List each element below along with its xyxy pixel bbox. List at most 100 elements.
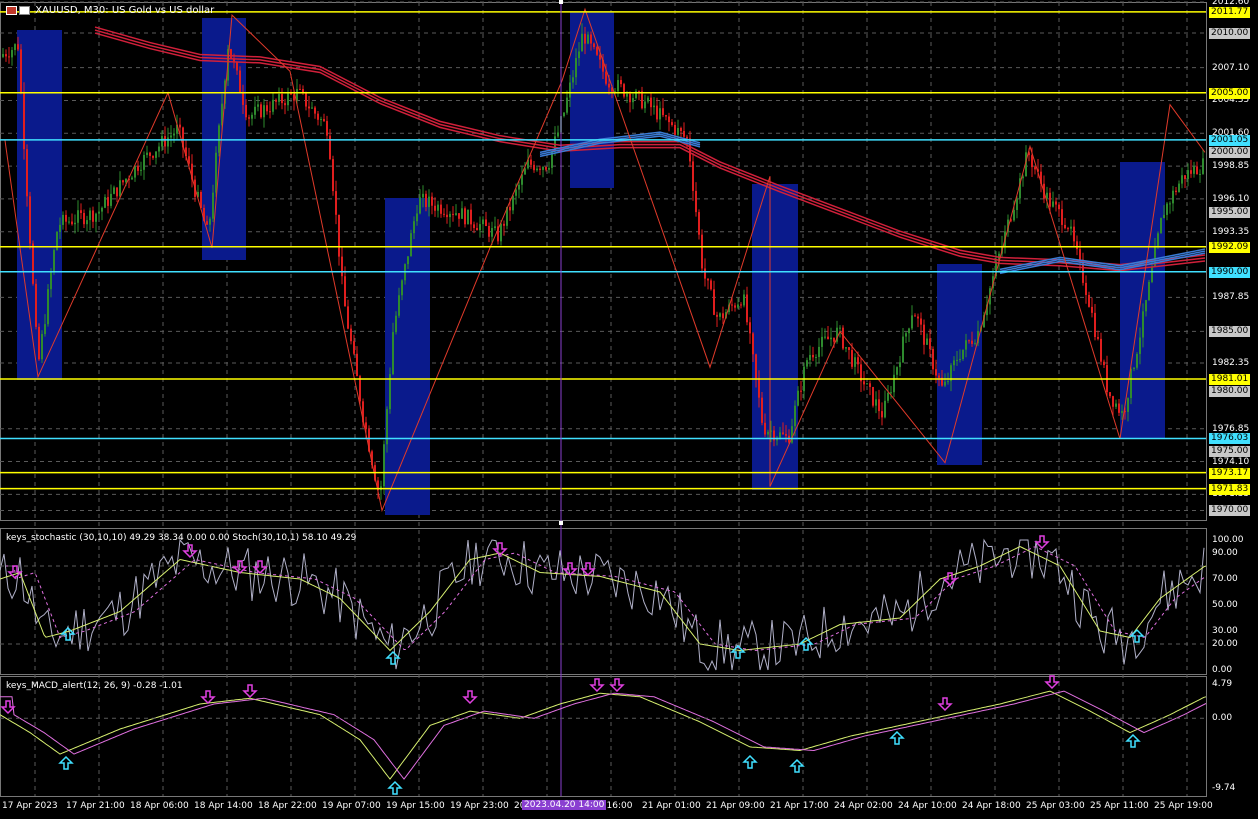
- candle-body: [881, 411, 883, 418]
- candle-body: [668, 116, 670, 123]
- signal-zone: [937, 264, 982, 465]
- candle-body: [1049, 192, 1051, 207]
- candle-body: [470, 209, 472, 225]
- candle-body: [479, 224, 481, 231]
- candle-body: [578, 51, 580, 59]
- level-price-tag: 1975.00: [1209, 445, 1251, 457]
- candle-body: [1088, 294, 1090, 307]
- candle-body: [1070, 226, 1072, 229]
- sell-arrow-icon: [1044, 675, 1060, 690]
- candle-body: [74, 222, 76, 225]
- macd-pane-title: keys_MACD_alert(12, 26, 9) -0.28 -1.01: [6, 681, 183, 691]
- candle-body: [1109, 392, 1111, 397]
- candle-body: [509, 206, 511, 211]
- stochastic-axis-label: 50.00: [1212, 600, 1238, 610]
- candle-body: [782, 432, 784, 435]
- candle-body: [737, 304, 739, 308]
- candle-body: [545, 166, 547, 170]
- candle-body: [698, 212, 700, 235]
- buy-arrow-icon: [387, 780, 403, 795]
- candle-body: [272, 99, 274, 112]
- candle-body: [902, 336, 904, 363]
- candle-body: [29, 196, 31, 244]
- candle-body: [407, 256, 409, 265]
- candle-body: [1172, 190, 1174, 204]
- candle-body: [71, 221, 73, 225]
- candle-body: [251, 114, 253, 119]
- bar-chart-icon[interactable]: [19, 5, 30, 15]
- candle-body: [854, 357, 856, 367]
- candle-body: [1169, 203, 1171, 205]
- stochastic-axis-label: 100.00: [1212, 535, 1244, 545]
- candle-body: [767, 431, 769, 435]
- candle-body: [116, 187, 118, 197]
- candle-body: [44, 324, 46, 335]
- calendar-icon[interactable]: [6, 5, 17, 15]
- candle-body: [287, 93, 289, 106]
- candle-body: [296, 88, 298, 101]
- candle-body: [797, 390, 799, 406]
- candle-body: [98, 211, 100, 214]
- candle-body: [68, 221, 70, 223]
- candle-body: [1139, 337, 1141, 354]
- pane-border: [0, 528, 1207, 675]
- candle-body: [542, 166, 544, 170]
- candle-body: [92, 210, 94, 222]
- candle-body: [908, 328, 910, 334]
- candle-body: [1202, 158, 1204, 174]
- candle-body: [647, 97, 649, 102]
- stochastic-axis-label: 90.00: [1212, 548, 1238, 558]
- candle-body: [314, 107, 316, 114]
- candle-body: [140, 169, 142, 171]
- candle-body: [710, 280, 712, 290]
- candle-body: [641, 91, 643, 109]
- candle-body: [713, 289, 715, 315]
- candle-body: [743, 294, 745, 306]
- candle-body: [299, 88, 301, 90]
- candle-body: [848, 347, 850, 351]
- candle-body: [260, 104, 262, 118]
- candle-body: [1118, 403, 1120, 413]
- candle-body: [1145, 300, 1147, 312]
- candle-body: [878, 399, 880, 412]
- price-axis-label: 1996.10: [1212, 193, 1250, 204]
- candle-body: [20, 49, 22, 93]
- candle-body: [245, 104, 247, 118]
- candle-body: [2, 54, 4, 57]
- candle-body: [1115, 403, 1117, 407]
- candle-body: [938, 375, 940, 378]
- candle-body: [662, 108, 664, 116]
- candle-body: [59, 224, 61, 232]
- candle-body: [131, 177, 133, 180]
- candle-body: [590, 34, 592, 44]
- candle-body: [350, 328, 352, 342]
- chart-canvas[interactable]: [0, 0, 1258, 819]
- candle-body: [644, 101, 646, 109]
- candle-body: [1052, 201, 1054, 207]
- candle-body: [974, 343, 976, 345]
- candle-body: [425, 193, 427, 208]
- candle-body: [437, 204, 439, 211]
- candle-body: [305, 92, 307, 107]
- candle-body: [239, 70, 241, 93]
- candle-body: [701, 234, 703, 269]
- candle-body: [845, 347, 847, 349]
- candle-body: [575, 58, 577, 78]
- candle-body: [122, 180, 124, 183]
- candle-body: [1064, 224, 1066, 229]
- candle-body: [263, 105, 265, 118]
- candle-body: [764, 422, 766, 435]
- candle-body: [884, 400, 886, 418]
- candle-body: [5, 54, 7, 57]
- candle-body: [1175, 190, 1177, 193]
- candle-body: [209, 218, 211, 225]
- candle-body: [692, 161, 694, 191]
- sell-arrow-icon: [462, 690, 478, 705]
- candle-body: [86, 220, 88, 225]
- candle-body: [959, 359, 961, 361]
- candle-body: [944, 381, 946, 386]
- candle-body: [869, 383, 871, 387]
- candle-body: [80, 210, 82, 214]
- candle-body: [8, 56, 10, 58]
- price-axis-label: 1998.85: [1212, 161, 1250, 172]
